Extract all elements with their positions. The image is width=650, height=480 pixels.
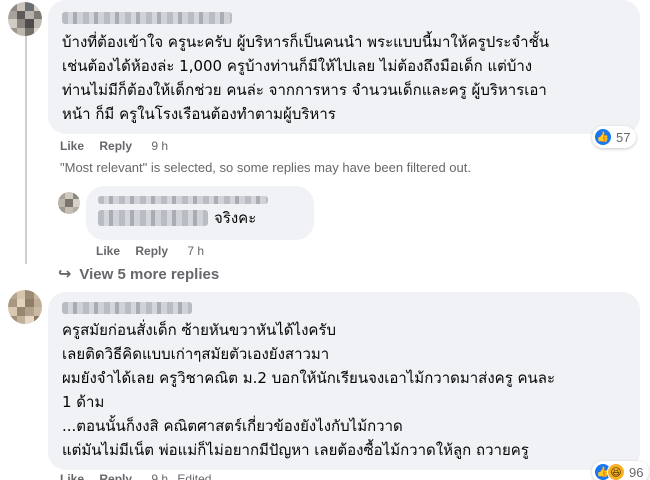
- reaction-count: 96: [629, 464, 644, 480]
- edited-label: Edited: [177, 472, 212, 480]
- reply-arrow-icon: ↩: [58, 266, 72, 283]
- comment-line: เลยติดวิธีคิดแบบเก่าๆสมัยตัวเองยังสาวมา: [62, 345, 330, 363]
- reply-button[interactable]: Reply: [99, 472, 132, 480]
- comment-line: ...ตอนนั้นก็งงสิ คณิตศาสตร์เกี่ยวข้องยัง…: [62, 417, 403, 435]
- commenter-name[interactable]: [62, 12, 232, 24]
- commenter-avatar[interactable]: [8, 290, 42, 324]
- comment-line: 1 ด้าม: [62, 393, 105, 411]
- reply-avatar[interactable]: [58, 192, 80, 214]
- comment-line: เช่นต้องได้ห้องล่ะ 1,000 ครูบ้างท่านก็มี…: [62, 57, 533, 75]
- comment-line: บ้างที่ต้องเข้าใจ ครูนะครับ ผู้บริหารก็เ…: [62, 33, 550, 51]
- commenter-name[interactable]: [62, 302, 192, 314]
- comment-line: ท่านไม่มีก็ต้องให้เด็กช่วย คนล่ะ จากการห…: [62, 81, 547, 99]
- reply-actions: Like Reply 7 h: [96, 244, 204, 258]
- reply-time[interactable]: 7 h: [187, 244, 204, 258]
- comment-time[interactable]: 9 h: [151, 139, 168, 153]
- like-button[interactable]: Like: [96, 244, 120, 258]
- reaction-summary[interactable]: 👍 57: [592, 126, 637, 148]
- comment-bubble: บ้างที่ต้องเข้าใจ ครูนะครับ ผู้บริหารก็เ…: [48, 0, 640, 134]
- view-more-label: View 5 more replies: [79, 265, 220, 283]
- reply-bubble: จริงคะ: [86, 186, 314, 240]
- haha-icon: 😆: [607, 463, 625, 480]
- reply-mention-tag[interactable]: [98, 210, 208, 226]
- comment-bubble: ครูสมัยก่อนสั่งเด็ก ซ้ายหันขวาหันได้ไงคร…: [48, 292, 640, 470]
- reply-button[interactable]: Reply: [135, 244, 168, 258]
- reply-button[interactable]: Reply: [99, 139, 132, 153]
- comment-actions: Like Reply 9 h: [60, 139, 168, 153]
- like-icon: 👍: [594, 128, 612, 146]
- commenter-avatar[interactable]: [8, 2, 42, 36]
- like-button[interactable]: Like: [60, 472, 84, 480]
- comment-line: ครูสมัยก่อนสั่งเด็ก ซ้ายหันขวาหันได้ไงคร…: [62, 321, 337, 339]
- view-more-replies-button[interactable]: ↩ View 5 more replies: [58, 264, 219, 284]
- reply-author-name[interactable]: [98, 196, 268, 204]
- comment-line: หน้า ก็มี ครูในโรงเรือนต้องทำตามผู้บริหา…: [62, 105, 336, 123]
- comment-time[interactable]: 9 h: [151, 472, 168, 480]
- reaction-count: 57: [616, 129, 631, 145]
- reaction-summary[interactable]: 👍 😆 96: [592, 461, 650, 480]
- reply-thread-line: [25, 36, 27, 264]
- filter-notice: "Most relevant" is selected, so some rep…: [60, 160, 471, 175]
- comment-actions: Like Reply 9 h Edited: [60, 472, 211, 480]
- comment-line: แต่มันไม่มีเน็ต พ่อแม่ก็ไม่อยากมีปัญหา เ…: [62, 441, 529, 459]
- like-button[interactable]: Like: [60, 139, 84, 153]
- comment-line: ผมยังจำได้เลย ครูวิชาคณิต ม.2 บอกให้นักเ…: [62, 369, 556, 387]
- reply-text: จริงคะ: [214, 209, 257, 227]
